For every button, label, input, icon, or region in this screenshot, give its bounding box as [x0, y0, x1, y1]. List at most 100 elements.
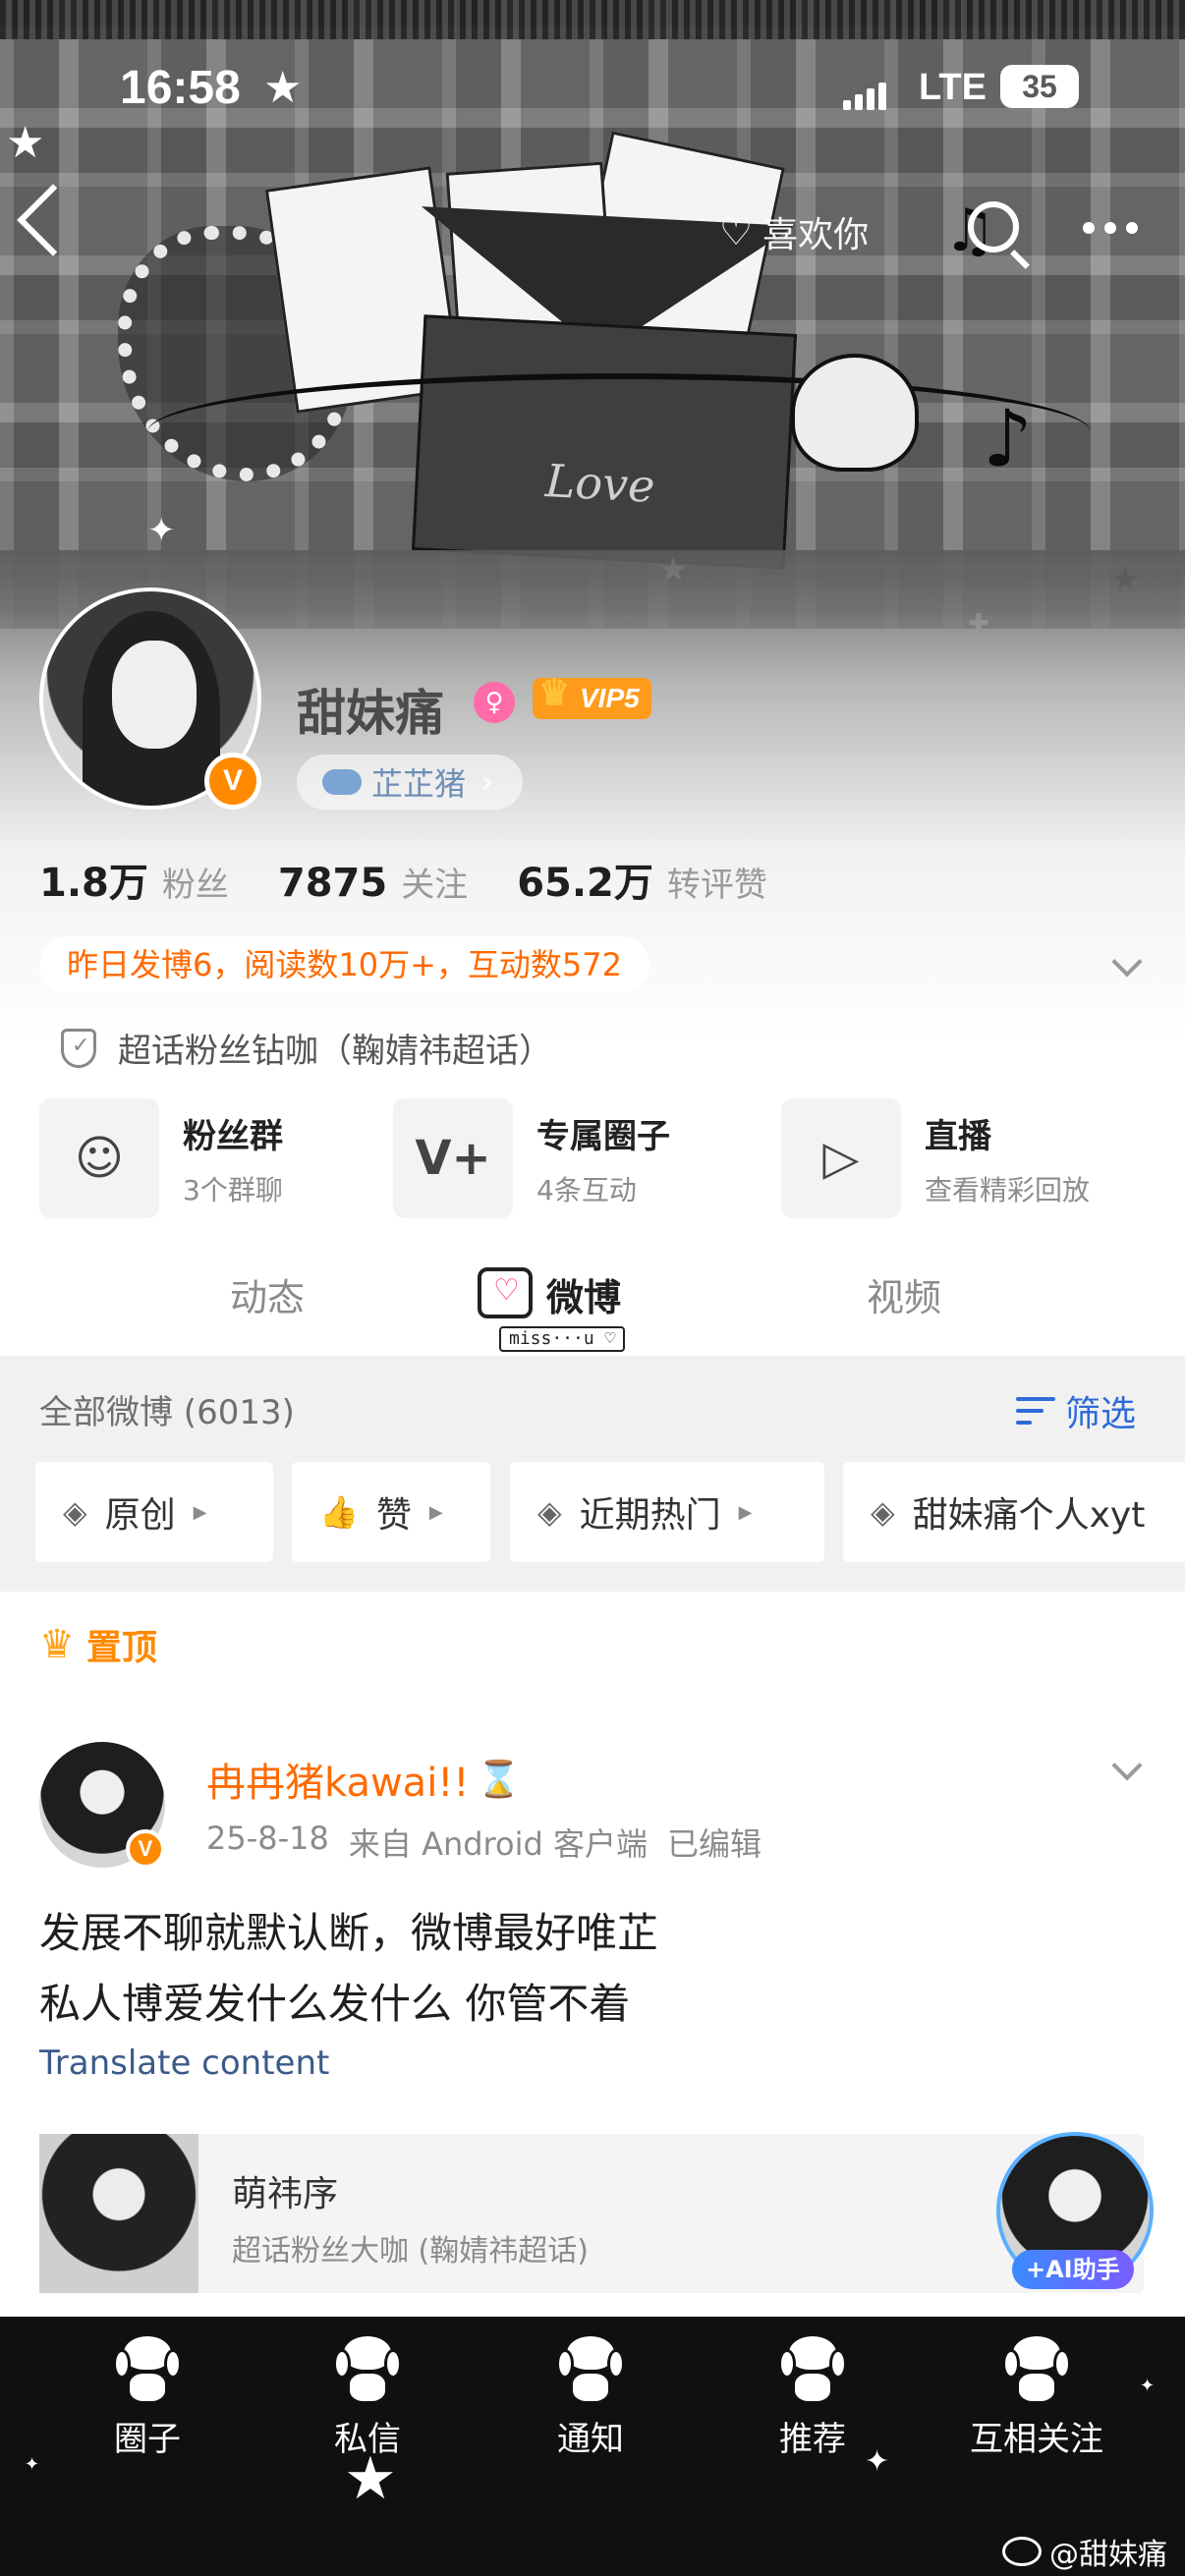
lace-border [0, 0, 1185, 39]
stat-label: 转评赞 [666, 866, 767, 905]
sparkle-icon: ✦ [25, 2454, 40, 2475]
embed-subtitle: 超话粉丝大咖 (鞠婧祎超话) [232, 2234, 589, 2268]
vip-badge[interactable]: ♛ VIP5 [533, 672, 651, 719]
chevron-right-icon: › [481, 764, 494, 800]
heart-icon: ♡ [719, 210, 754, 253]
nav-notifications[interactable]: 通知 [502, 2333, 679, 2460]
puppy-icon [1002, 2333, 1071, 2406]
chip-label: 原创 [104, 1495, 176, 1536]
caret-right-icon: ▶ [738, 1501, 753, 1523]
fan-tag[interactable]: 芷芷猪 › [297, 755, 524, 810]
message-heart-icon [478, 1267, 533, 1318]
stat-interactions[interactable]: 65.2万 转评赞 [517, 851, 767, 908]
post-meta: 25-8-18 来自 Android 客户端 已编辑 [206, 1820, 762, 1865]
post-body-line: 发展不聊就默认断，微博最好唯芷 [39, 1909, 659, 1957]
status-bar: 16:58 ★ LTE 35 [0, 61, 1185, 130]
users-icon: ☺ [39, 1098, 159, 1218]
nav-mutual-follow[interactable]: 互相关注 [943, 2333, 1130, 2460]
vip-label: VIP5 [580, 683, 640, 713]
post-summary[interactable]: 昨日发博6，阅读数10万+，互动数572 [39, 936, 649, 993]
post-edited: 已编辑 [666, 1825, 762, 1863]
filter-label: 筛选 [1065, 1394, 1137, 1434]
embed-title: 萌祎序 [232, 2174, 339, 2214]
stat-value: 7875 [277, 861, 388, 906]
nav-label: 推荐 [779, 2420, 846, 2459]
watermark: @甜妹痛 [1002, 2530, 1167, 2573]
network-type: LTE [919, 67, 987, 108]
more-icon[interactable] [1083, 222, 1138, 234]
chip-label: 近期热门 [579, 1495, 721, 1536]
watermark-text: @甜妹痛 [1049, 2538, 1167, 2572]
post-body: 发展不聊就默认断，微博最好唯芷 私人博爱发什么发什么 你管不着 [39, 1898, 658, 2040]
chip-original[interactable]: ◈ 原创 ▶ [35, 1462, 273, 1562]
caret-right-icon: ▶ [428, 1501, 443, 1523]
female-gender-icon: ♀ [474, 682, 515, 723]
translate-link[interactable]: Translate content [39, 2044, 329, 2083]
cloud-icon [322, 769, 362, 795]
puppy-icon [113, 2333, 182, 2406]
shield-icon [61, 1028, 96, 1068]
layers-icon: ◈ [63, 1493, 87, 1531]
post-body-line: 私人博爱发什么发什么 你管不着 [39, 1980, 631, 2028]
star-icon: ★ [263, 63, 303, 113]
stat-label: 关注 [401, 866, 469, 905]
chip-label: 甜妹痛个人xyt [912, 1495, 1146, 1536]
stat-value: 65.2万 [517, 861, 653, 906]
pinned-label: ♛ 置顶 [39, 1619, 157, 1670]
feature-circle[interactable]: V+ 专属圈子 4条互动 [393, 1098, 670, 1218]
tab-dynamics[interactable]: 动态 [230, 1267, 305, 1321]
post-date: 25-8-18 [206, 1820, 329, 1857]
super-topic-row[interactable]: 超话粉丝钻咖（鞠婧祎超话） [61, 1024, 552, 1072]
heart-lock-icon [791, 354, 919, 472]
tab-decoration-tag: miss···u ♡ [499, 1326, 626, 1352]
music-note-icon: ♪ [983, 393, 1034, 484]
thumbs-up-icon: 👍 [319, 1493, 359, 1531]
profile-stats: 1.8万 粉丝 7875 关注 65.2万 转评赞 [39, 851, 817, 908]
nav-circles[interactable]: 圈子 [59, 2333, 236, 2460]
super-topic-label: 超话粉丝钻咖（鞠婧祎超话） [118, 1032, 552, 1071]
chevron-down-icon[interactable] [1111, 1750, 1143, 1781]
filter-icon [1016, 1395, 1055, 1427]
embed-card[interactable]: 萌祎序 超话粉丝大咖 (鞠婧祎超话) [39, 2134, 1144, 2293]
crown-icon: ♛ [538, 672, 571, 712]
puppy-icon [778, 2333, 847, 2406]
weibo-icon [1002, 2537, 1042, 2566]
filter-button[interactable]: 筛选 [1016, 1385, 1136, 1436]
nav-label: 互相关注 [970, 2420, 1103, 2459]
feature-title: 直播 [925, 1116, 991, 1156]
stat-label: 粉丝 [161, 866, 229, 905]
pinned-text: 置顶 [85, 1628, 157, 1668]
nav-messages[interactable]: 私信 [279, 2333, 456, 2460]
like-button[interactable]: ♡ 喜欢你 [719, 204, 869, 259]
feature-live[interactable]: ▷ 直播 查看精彩回放 [781, 1098, 1090, 1218]
stat-followers[interactable]: 1.8万 粉丝 [39, 851, 229, 908]
nav-label: 私信 [334, 2420, 401, 2459]
verified-badge-icon: V [204, 753, 261, 810]
status-time: 16:58 [120, 62, 241, 114]
layers-icon: ◈ [537, 1493, 562, 1531]
feature-fan-group[interactable]: ☺ 粉丝群 3个群聊 [39, 1098, 283, 1218]
feature-subtitle: 查看精彩回放 [925, 1173, 1091, 1206]
chip-recent-hot[interactable]: ◈ 近期热门 ▶ [510, 1462, 824, 1562]
nav-label: 圈子 [114, 2420, 181, 2459]
chip-likes[interactable]: 👍 赞 ▶ [292, 1462, 490, 1562]
ai-helper-label[interactable]: +AI助手 [1012, 2250, 1134, 2289]
post-author[interactable]: 冉冉猪kawai!! ⌛ [206, 1751, 521, 1808]
post-source: 来自 Android 客户端 [348, 1825, 648, 1863]
stat-value: 1.8万 [39, 861, 148, 906]
tab-video[interactable]: 视频 [867, 1267, 941, 1321]
tab-weibo[interactable]: 微博 [546, 1267, 621, 1321]
stat-following[interactable]: 7875 关注 [278, 858, 468, 906]
feature-subtitle: 3个群聊 [183, 1173, 283, 1206]
layers-icon: ◈ [871, 1493, 895, 1531]
ribbon [147, 373, 1091, 491]
embed-thumbnail [39, 2134, 198, 2293]
chip-personal[interactable]: ◈ 甜妹痛个人xyt [843, 1462, 1185, 1562]
star-icon: ✦ [147, 511, 176, 550]
verified-badge-icon: V [126, 1829, 165, 1869]
search-icon[interactable] [968, 201, 1019, 252]
fan-tag-label: 芷芷猪 [371, 765, 467, 803]
nav-recommend[interactable]: 推荐 [724, 2333, 901, 2460]
profile-name: 甜妹痛 [297, 685, 444, 742]
hourglass-icon: ⌛ [477, 1760, 522, 1800]
